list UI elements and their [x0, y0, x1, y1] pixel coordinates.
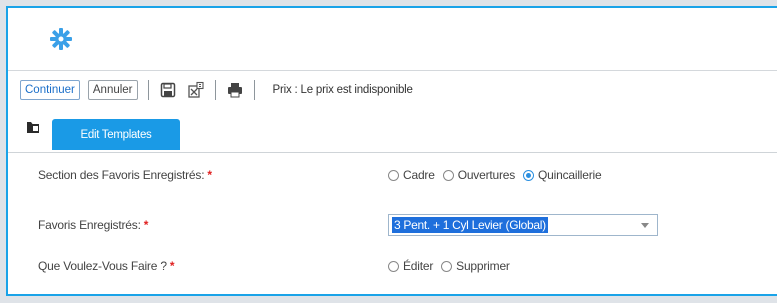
- cancel-button[interactable]: Annuler: [87, 80, 138, 100]
- radio-cadre[interactable]: Cadre: [388, 168, 435, 182]
- toolbar-divider: [253, 80, 255, 100]
- tab-edit-templates[interactable]: Edit Templates: [52, 119, 180, 150]
- radio-circle[interactable]: [388, 169, 399, 181]
- radio-circle-selected[interactable]: [523, 169, 535, 181]
- favorites-select[interactable]: 3 Pent. + 1 Cyl Levier (Global): [388, 214, 658, 236]
- radio-quincaillerie[interactable]: Quincaillerie: [523, 168, 602, 182]
- toolbar-divider: [147, 80, 149, 100]
- continue-button[interactable]: Continuer: [20, 80, 80, 100]
- section-label: Section des Favoris Enregistrés: *: [38, 168, 388, 182]
- price-status: Prix : Le prix est indisponible: [272, 84, 413, 96]
- radio-ouvertures[interactable]: Ouvertures: [442, 168, 516, 182]
- print-icon[interactable]: [226, 81, 244, 99]
- favorites-label: Favoris Enregistrés: *: [38, 218, 388, 232]
- tab-bar: Edit Templates: [8, 108, 777, 153]
- radio-label: Supprimer: [456, 259, 510, 273]
- required-mark: *: [169, 259, 175, 273]
- required-mark: *: [207, 168, 212, 182]
- save-icon[interactable]: [159, 81, 177, 99]
- radio-label: Ouvertures: [457, 168, 516, 182]
- favorites-selected-value: 3 Pent. + 1 Cyl Levier (Global): [392, 217, 548, 233]
- radio-circle[interactable]: [441, 260, 453, 272]
- gear-icon[interactable]: [48, 26, 74, 52]
- section-row: Section des Favoris Enregistrés: * Cadre …: [38, 164, 777, 186]
- radio-supprimer[interactable]: Supprimer: [441, 259, 510, 273]
- radio-editer[interactable]: Éditer: [388, 259, 433, 273]
- action-row: Que Voulez-Vous Faire ? * Éditer Supprime…: [38, 255, 777, 277]
- toolbar: Continuer Annuler Prix: Le prix est ind…: [8, 70, 777, 109]
- radio-circle[interactable]: [442, 169, 454, 181]
- action-radio-group: Éditer Supprimer: [388, 259, 518, 273]
- radio-label: Cadre: [403, 168, 435, 182]
- required-mark: *: [143, 218, 149, 232]
- folder-icon[interactable]: [26, 120, 40, 134]
- favorites-row: Favoris Enregistrés: * 3 Pent. + 1 Cyl Le…: [38, 214, 777, 236]
- action-label-text: Que Voulez-Vous Faire ?: [38, 259, 167, 273]
- dialog-frame: Continuer Annuler Prix: Le prix est ind…: [6, 6, 777, 296]
- radio-label: Éditer: [403, 259, 434, 273]
- radio-label: Quincaillerie: [538, 168, 602, 182]
- radio-circle[interactable]: [388, 260, 399, 272]
- section-radio-group: Cadre Ouvertures Quincaillerie: [388, 168, 609, 182]
- toolbar-divider: [214, 80, 216, 100]
- chevron-down-icon[interactable]: [641, 223, 649, 228]
- export-icon[interactable]: [187, 81, 205, 99]
- section-label-text: Section des Favoris Enregistrés:: [38, 168, 205, 182]
- favorites-label-text: Favoris Enregistrés:: [38, 218, 141, 232]
- action-label: Que Voulez-Vous Faire ? *: [38, 259, 388, 273]
